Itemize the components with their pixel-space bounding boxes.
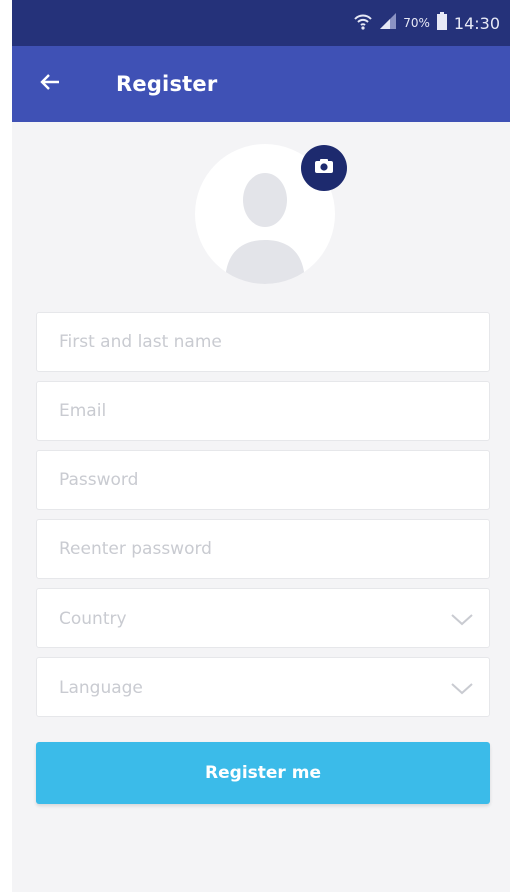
name-input[interactable] bbox=[37, 313, 489, 371]
name-field bbox=[36, 312, 490, 372]
signal-icon bbox=[379, 12, 397, 34]
wifi-icon bbox=[353, 11, 373, 35]
back-arrow-icon bbox=[39, 71, 61, 97]
battery-icon bbox=[436, 12, 448, 34]
country-select[interactable]: Country bbox=[36, 588, 490, 648]
battery-percent: 70% bbox=[403, 16, 430, 30]
page-title: Register bbox=[116, 72, 218, 96]
status-icons: 70% 14:30 bbox=[353, 0, 500, 46]
reenter-password-input[interactable] bbox=[37, 520, 489, 578]
phone-screen: 70% 14:30 Register First and last name E… bbox=[12, 0, 510, 892]
reenter-password-field bbox=[36, 519, 490, 579]
back-button[interactable] bbox=[32, 66, 68, 102]
change-photo-button[interactable] bbox=[301, 145, 347, 191]
status-time: 14:30 bbox=[453, 13, 500, 33]
email-field bbox=[36, 381, 490, 441]
email-input[interactable] bbox=[37, 382, 489, 440]
password-field bbox=[36, 450, 490, 510]
language-select-placeholder: Language bbox=[59, 678, 143, 698]
password-input[interactable] bbox=[37, 451, 489, 509]
chevron-down-icon bbox=[449, 676, 475, 700]
register-button[interactable]: Register me bbox=[36, 742, 490, 804]
status-bar: 70% 14:30 bbox=[12, 0, 510, 46]
app-bar: Register bbox=[12, 46, 510, 122]
language-select[interactable]: Language bbox=[36, 657, 490, 717]
avatar-section bbox=[195, 144, 347, 284]
camera-icon bbox=[314, 158, 334, 178]
country-select-placeholder: Country bbox=[59, 609, 127, 629]
chevron-down-icon bbox=[449, 607, 475, 631]
